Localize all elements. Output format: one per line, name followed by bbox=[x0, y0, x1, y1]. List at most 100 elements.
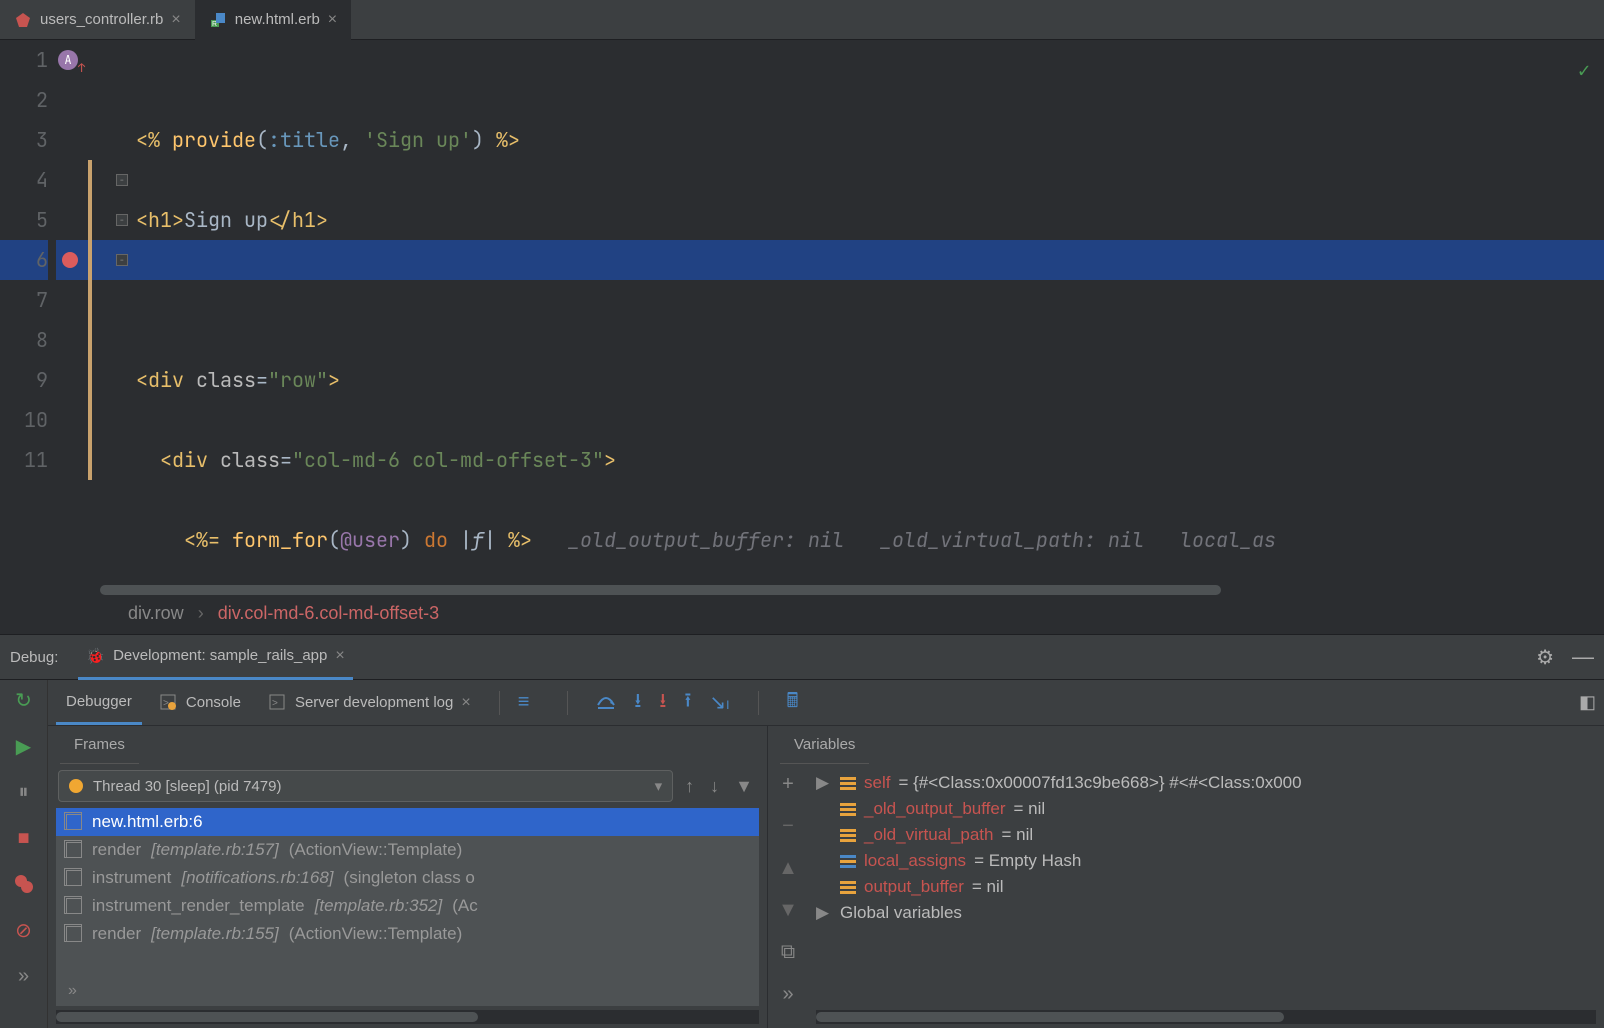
frame-item[interactable]: render [template.rb:157] (ActionView::Te… bbox=[56, 836, 759, 864]
vars-toolbar: + − ▲ ▼ ⧉ » bbox=[768, 764, 808, 1006]
svg-text:>: > bbox=[272, 698, 278, 709]
code-content[interactable]: <% provide(:title, 'Sign up') %> <h1>Sig… bbox=[134, 40, 1604, 583]
tab-users-controller[interactable]: users_controller.rb × bbox=[0, 0, 195, 40]
minimize-icon[interactable]: — bbox=[1572, 644, 1594, 670]
frame-item[interactable]: new.html.erb:6 bbox=[56, 808, 759, 836]
variable-row[interactable]: ▶ Global variables bbox=[808, 900, 1604, 926]
step-controls: ⭳ ⭳ ⭱ ↘I 🖩 bbox=[557, 686, 798, 720]
fold-toggle-icon[interactable]: − bbox=[116, 254, 128, 266]
variable-row[interactable]: local_assigns = Empty Hash bbox=[808, 848, 1604, 874]
next-frame-icon[interactable]: ↓ bbox=[706, 776, 723, 797]
tab-debugger[interactable]: Debugger bbox=[56, 681, 142, 725]
stack-frame-icon bbox=[66, 814, 82, 830]
erb-file-icon: R bbox=[209, 11, 227, 29]
mute-breakpoints-icon[interactable]: ⊘ bbox=[12, 918, 36, 942]
remove-watch-icon[interactable]: − bbox=[776, 814, 800, 838]
editor-tabbar: users_controller.rb × R new.html.erb × bbox=[0, 0, 1604, 40]
more-icon[interactable]: » bbox=[12, 964, 36, 988]
step-over-icon[interactable] bbox=[596, 691, 616, 715]
tab-label: users_controller.rb bbox=[40, 11, 163, 28]
fold-gutter[interactable]: − − − bbox=[116, 40, 134, 583]
crumb-col[interactable]: div.col-md-6.col-md-offset-3 bbox=[218, 603, 439, 624]
debug-toolwindow: ↻ ▶ ⏸ ■ ⊘ » Debugger > Console > Server … bbox=[0, 680, 1604, 1028]
gear-icon[interactable]: ⚙ bbox=[1536, 645, 1554, 670]
fold-toggle-icon[interactable]: − bbox=[116, 214, 128, 226]
crumb-row[interactable]: div.row bbox=[128, 603, 184, 624]
author-badge-icon: A bbox=[58, 50, 78, 70]
more-icon[interactable]: » bbox=[68, 982, 77, 1000]
object-icon bbox=[840, 803, 856, 816]
tab-new-html-erb[interactable]: R new.html.erb × bbox=[195, 0, 351, 40]
breakpoint-gutter[interactable]: A↑ bbox=[56, 40, 88, 583]
debug-label: Debug: bbox=[10, 649, 58, 666]
tab-label: new.html.erb bbox=[235, 11, 320, 28]
view-breakpoints-icon[interactable] bbox=[12, 872, 36, 896]
run-to-cursor-icon[interactable]: ↘I bbox=[709, 690, 729, 715]
show-execution-point-icon[interactable]: ≡ bbox=[518, 691, 530, 714]
close-icon[interactable]: × bbox=[171, 11, 180, 29]
filter-icon[interactable]: ▼ bbox=[731, 776, 757, 797]
debug-tabs: Debugger > Console > Server development … bbox=[48, 680, 1604, 726]
variable-row[interactable]: _old_virtual_path = nil bbox=[808, 822, 1604, 848]
copy-icon[interactable]: ⧉ bbox=[776, 940, 800, 964]
variable-row[interactable]: _old_output_buffer = nil bbox=[808, 796, 1604, 822]
code-editor[interactable]: ✓ 1 2 3 4 5 6 7 8 9 10 11 A↑ bbox=[0, 40, 1604, 583]
close-icon[interactable]: × bbox=[328, 11, 337, 29]
expand-icon[interactable]: ▶ bbox=[816, 903, 832, 923]
console-icon: > bbox=[269, 694, 287, 712]
change-gutter bbox=[88, 40, 116, 583]
stack-frame-icon bbox=[66, 898, 82, 914]
thread-selector[interactable]: Thread 30 [sleep] (pid 7479) ▾ bbox=[58, 770, 673, 802]
move-down-icon[interactable]: ▼ bbox=[776, 898, 800, 922]
stack-frame-icon bbox=[66, 870, 82, 886]
frame-item[interactable]: render [template.rb:155] (ActionView::Te… bbox=[56, 920, 759, 948]
debug-toolwindow-header: Debug: 🐞 Development: sample_rails_app ×… bbox=[0, 634, 1604, 680]
horizontal-scrollbar[interactable] bbox=[100, 583, 1594, 591]
variable-row[interactable]: output_buffer = nil bbox=[808, 874, 1604, 900]
stack-frame-icon bbox=[66, 926, 82, 942]
debug-config-tab[interactable]: 🐞 Development: sample_rails_app × bbox=[78, 634, 352, 680]
fold-toggle-icon[interactable]: − bbox=[116, 174, 128, 186]
more-icon[interactable]: » bbox=[776, 982, 800, 1006]
svg-text:>: > bbox=[163, 698, 169, 709]
layout-settings-icon[interactable]: ◧ bbox=[1579, 692, 1596, 713]
hash-icon bbox=[840, 855, 856, 868]
debug-side-toolbar: ↻ ▶ ⏸ ■ ⊘ » bbox=[0, 680, 48, 1028]
variables-tree[interactable]: ▶ self = {#<Class:0x00007fd13c9be668>} #… bbox=[808, 764, 1604, 1006]
variables-panel: Variables + − ▲ ▼ ⧉ » ▶ bbox=[768, 726, 1604, 1028]
breadcrumb: div.row › div.col-md-6.col-md-offset-3 bbox=[0, 597, 1604, 634]
stack-frame-icon bbox=[66, 842, 82, 858]
step-out-icon[interactable]: ⭱ bbox=[684, 686, 691, 720]
frame-item[interactable]: instrument [notifications.rb:168] (singl… bbox=[56, 864, 759, 892]
tab-console[interactable]: > Console bbox=[150, 681, 251, 725]
force-step-into-icon[interactable]: ⭳ bbox=[659, 686, 666, 720]
object-icon bbox=[840, 881, 856, 894]
frames-panel: Frames Thread 30 [sleep] (pid 7479) ▾ ↑ … bbox=[48, 726, 768, 1028]
ruby-file-icon bbox=[14, 11, 32, 29]
line-number-gutter: 1 2 3 4 5 6 7 8 9 10 11 bbox=[0, 40, 56, 583]
tab-server-log[interactable]: > Server development log × bbox=[259, 681, 481, 725]
chevron-down-icon: ▾ bbox=[655, 777, 663, 795]
close-icon[interactable]: × bbox=[461, 694, 470, 712]
breakpoint-icon[interactable] bbox=[62, 252, 78, 268]
frames-title: Frames bbox=[60, 726, 139, 764]
thread-status-icon bbox=[69, 779, 83, 793]
chevron-right-icon: › bbox=[198, 603, 204, 624]
rerun-icon[interactable]: ↻ bbox=[12, 688, 36, 712]
variable-row[interactable]: ▶ self = {#<Class:0x00007fd13c9be668>} #… bbox=[808, 770, 1604, 796]
frame-item[interactable]: instrument_render_template [template.rb:… bbox=[56, 892, 759, 920]
variables-title: Variables bbox=[780, 726, 869, 764]
resume-icon[interactable]: ▶ bbox=[12, 734, 36, 758]
frames-list[interactable]: new.html.erb:6 render [template.rb:157] … bbox=[56, 808, 759, 1006]
add-watch-icon[interactable]: + bbox=[776, 772, 800, 796]
object-icon bbox=[840, 829, 856, 842]
bug-icon: 🐞 bbox=[86, 647, 105, 665]
pause-icon[interactable]: ⏸ bbox=[12, 780, 36, 804]
close-icon[interactable]: × bbox=[335, 647, 344, 665]
step-into-icon[interactable]: ⭳ bbox=[634, 686, 641, 720]
move-up-icon[interactable]: ▲ bbox=[776, 856, 800, 880]
expand-icon[interactable]: ▶ bbox=[816, 773, 832, 793]
stop-icon[interactable]: ■ bbox=[12, 826, 36, 850]
prev-frame-icon[interactable]: ↑ bbox=[681, 776, 698, 797]
evaluate-expression-icon[interactable]: 🖩 bbox=[787, 686, 799, 720]
